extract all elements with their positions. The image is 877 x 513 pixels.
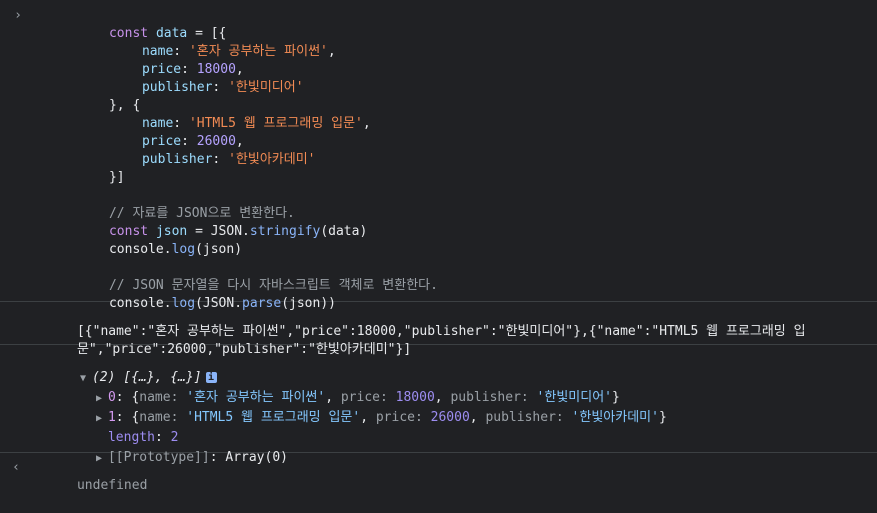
code-line-4: publisher: '한빛미디어' — [141, 80, 304, 95]
console-log-array: ▼ (2) [{…}, {…}] i ▶ 0: {name: '혼자 공부하는 파이썬… — [0, 345, 877, 465]
console-result-entry: ‹ undefined — [0, 453, 877, 493]
code-line-5: }, { — [108, 98, 141, 113]
code-line-7: price: 26000, — [141, 134, 244, 149]
array-length-row: length: 2 — [107, 430, 179, 445]
code-line-13: console.log(json) — [108, 242, 243, 257]
code-line-8: publisher: '한빛아카데미' — [141, 152, 316, 167]
array-prototype-row[interactable]: ▶ [[Prototype]]: Array(0) — [49, 428, 288, 465]
code-line-16: console.log(JSON.parse(json)) — [108, 296, 336, 311]
code-line-2: name: '혼자 공부하는 파이썬', — [141, 44, 336, 59]
code-line-9: }] — [108, 170, 125, 185]
code-line-6: name: 'HTML5 웹 프로그래밍 입문', — [141, 116, 371, 131]
json-output-line-2[interactable]: 문","price":26000,"publisher":"한빛아카데미"}] — [30, 323, 411, 357]
devtools-console: › const data = [{ name: '혼자 공부하는 파이썬', p… — [0, 0, 877, 493]
array-item-1[interactable]: ▶ 1: {name: 'HTML5 웹 프로그래밍 입문', price: 26… — [49, 388, 667, 425]
array-summary-row[interactable]: ▼ (2) [{…}, {…}] i — [33, 348, 217, 385]
result-value: undefined — [76, 478, 148, 493]
code-line-12: const json = JSON.stringify(data) — [108, 224, 368, 239]
array-item-0[interactable]: ▶ 0: {name: '혼자 공부하는 파이썬', price: 18000, … — [49, 368, 620, 405]
chevron-right-icon: › — [14, 8, 22, 23]
code-line-3: price: 18000, — [141, 62, 244, 77]
code-comment-1: // 자료를 JSON으로 변환한다. — [108, 206, 295, 221]
code-comment-2: // JSON 문자열을 다시 자바스크립트 객체로 변환한다. — [108, 278, 438, 293]
return-arrow-icon: ‹ — [12, 460, 20, 475]
console-input-entry: › const data = [{ name: '혼자 공부하는 파이썬', p… — [0, 0, 877, 311]
json-output-line-1[interactable]: [{"name":"혼자 공부하는 파이썬","price":18000,"pu… — [30, 305, 806, 339]
code-line-1: const data = [{ — [108, 26, 227, 41]
console-log-json-string: [{"name":"혼자 공부하는 파이썬","price":18000,"pu… — [0, 302, 877, 357]
